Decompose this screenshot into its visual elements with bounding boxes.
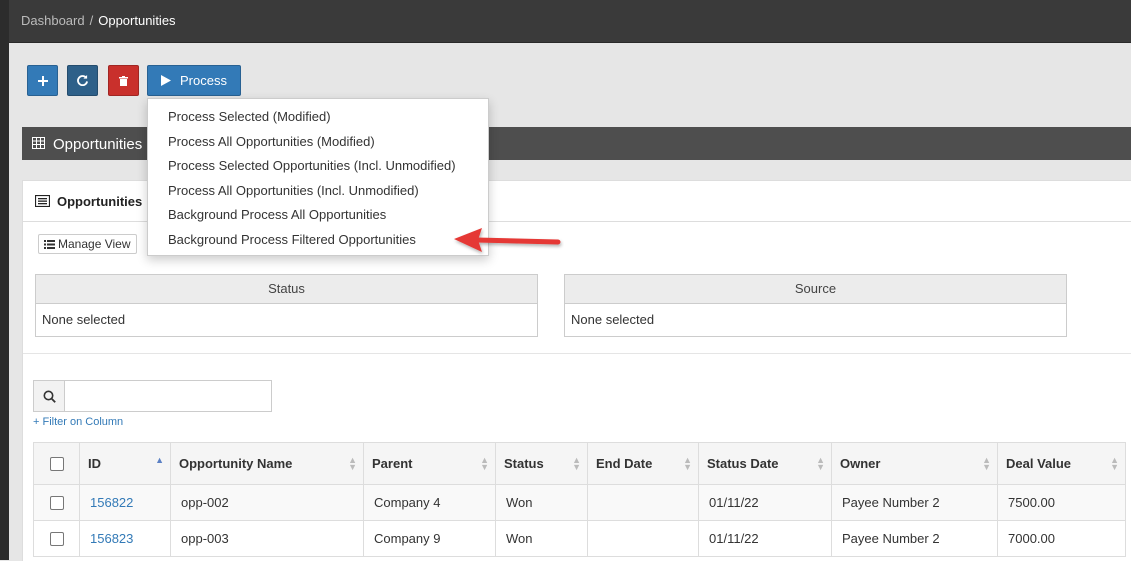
column-label: Status	[504, 456, 544, 471]
sort-icon: ▲ ▼	[348, 455, 357, 472]
play-icon	[161, 75, 172, 86]
column-header-opportunity-name[interactable]: Opportunity Name ▲ ▼	[170, 442, 364, 485]
id-link[interactable]: 156822	[79, 484, 171, 521]
source-filter-label: Source	[565, 275, 1066, 304]
menu-item-background-process-all[interactable]: Background Process All Opportunities	[148, 203, 488, 228]
sort-asc-icon: ▲	[155, 455, 164, 465]
tab-opportunities-label: Opportunities	[57, 193, 143, 209]
column-header-id[interactable]: ID ▲	[79, 442, 171, 485]
table-header-row: ID ▲ Opportunity Name ▲ ▼ Parent ▲ ▼ Status ▲ ▼…	[33, 442, 1126, 485]
breadcrumb-dashboard[interactable]: Dashboard	[21, 13, 85, 28]
manage-view-button[interactable]: Manage View	[38, 234, 137, 254]
sort-icon: ▲ ▼	[816, 455, 825, 472]
process-dropdown-menu: Process Selected (Modified) Process All …	[147, 98, 489, 256]
grid-icon	[32, 137, 45, 149]
column-label: Owner	[840, 456, 881, 471]
search-addon	[33, 380, 65, 412]
sort-icon: ▲ ▼	[572, 455, 581, 472]
row-select-cell	[33, 484, 80, 521]
menu-item-background-process-filtered[interactable]: Background Process Filtered Opportunitie…	[148, 228, 488, 253]
breadcrumb-separator: /	[89, 13, 94, 28]
opportunities-table: ID ▲ Opportunity Name ▲ ▼ Parent ▲ ▼ Status ▲ ▼…	[33, 442, 1126, 557]
list-icon	[44, 239, 55, 249]
column-header-deal-value[interactable]: Deal Value ▲ ▼	[997, 442, 1126, 485]
red-arrow-annotation	[454, 228, 561, 252]
deal-value-cell: 7500.00	[997, 484, 1126, 521]
add-button[interactable]	[27, 65, 58, 96]
column-label: ID	[88, 456, 101, 471]
breadcrumb: Dashboard / Opportunities	[21, 13, 176, 28]
process-button[interactable]: Process	[147, 65, 241, 96]
breadcrumb-current: Opportunities	[98, 13, 176, 28]
sort-icon: ▲ ▼	[1110, 455, 1119, 472]
window-edge	[0, 0, 9, 560]
manage-view-label: Manage View	[58, 237, 131, 251]
parent-cell: Company 9	[363, 520, 496, 557]
status-cell: Won	[495, 520, 588, 557]
column-label: Deal Value	[1006, 456, 1072, 471]
status-filter[interactable]: Status None selected	[35, 274, 538, 337]
select-all-header	[33, 442, 80, 485]
opportunity-name-cell: opp-002	[170, 484, 364, 521]
column-header-status-date[interactable]: Status Date ▲ ▼	[698, 442, 832, 485]
status-date-cell: 01/11/22	[698, 484, 832, 521]
search-icon	[43, 390, 56, 403]
column-label: Opportunity Name	[179, 456, 293, 471]
table-row[interactable]: 156822 opp-002 Company 4 Won 01/11/22 Pa…	[33, 484, 1126, 521]
menu-item-process-all-incl-unmodified[interactable]: Process All Opportunities (Incl. Unmodif…	[148, 179, 488, 204]
end-date-cell	[587, 520, 699, 557]
select-all-checkbox[interactable]	[49, 457, 64, 472]
owner-cell: Payee Number 2	[831, 484, 998, 521]
section-title: Opportunities	[53, 136, 143, 153]
row-checkbox[interactable]	[49, 532, 64, 547]
source-filter-value[interactable]: None selected	[565, 304, 1066, 336]
opportunity-name-cell: opp-003	[170, 520, 364, 557]
status-date-cell: 01/11/22	[698, 520, 832, 557]
column-header-parent[interactable]: Parent ▲ ▼	[363, 442, 496, 485]
status-filter-label: Status	[36, 275, 537, 304]
filter-on-column-link[interactable]: + Filter on Column	[33, 416, 123, 428]
sort-icon: ▲ ▼	[683, 455, 692, 472]
end-date-cell	[587, 484, 699, 521]
column-header-end-date[interactable]: End Date ▲ ▼	[587, 442, 699, 485]
top-bar: Dashboard / Opportunities	[9, 0, 1131, 43]
status-filter-value[interactable]: None selected	[36, 304, 537, 336]
row-select-cell	[33, 520, 80, 557]
sort-icon: ▲ ▼	[982, 455, 991, 472]
row-checkbox[interactable]	[49, 496, 64, 511]
menu-item-process-selected-incl-unmodified[interactable]: Process Selected Opportunities (Incl. Un…	[148, 154, 488, 179]
trash-icon	[119, 75, 128, 86]
id-link[interactable]: 156823	[79, 520, 171, 557]
table-row[interactable]: 156823 opp-003 Company 9 Won 01/11/22 Pa…	[33, 520, 1126, 557]
source-filter[interactable]: Source None selected	[564, 274, 1067, 337]
menu-item-process-all-modified[interactable]: Process All Opportunities (Modified)	[148, 130, 488, 155]
column-label: Status Date	[707, 456, 779, 471]
list-icon	[35, 195, 50, 207]
status-cell: Won	[495, 484, 588, 521]
column-header-owner[interactable]: Owner ▲ ▼	[831, 442, 998, 485]
column-label: Parent	[372, 456, 413, 471]
divider	[23, 353, 1131, 354]
owner-cell: Payee Number 2	[831, 520, 998, 557]
column-header-status[interactable]: Status ▲ ▼	[495, 442, 588, 485]
process-button-label: Process	[180, 73, 227, 88]
refresh-icon	[77, 75, 88, 86]
column-label: End Date	[596, 456, 653, 471]
search-input[interactable]	[64, 380, 272, 412]
menu-item-process-selected-modified[interactable]: Process Selected (Modified)	[148, 105, 488, 130]
refresh-button[interactable]	[67, 65, 98, 96]
deal-value-cell: 7000.00	[997, 520, 1126, 557]
delete-button[interactable]	[108, 65, 139, 96]
parent-cell: Company 4	[363, 484, 496, 521]
tab-opportunities[interactable]: Opportunities	[23, 181, 154, 221]
plus-icon	[37, 75, 48, 86]
sort-icon: ▲ ▼	[480, 455, 489, 472]
